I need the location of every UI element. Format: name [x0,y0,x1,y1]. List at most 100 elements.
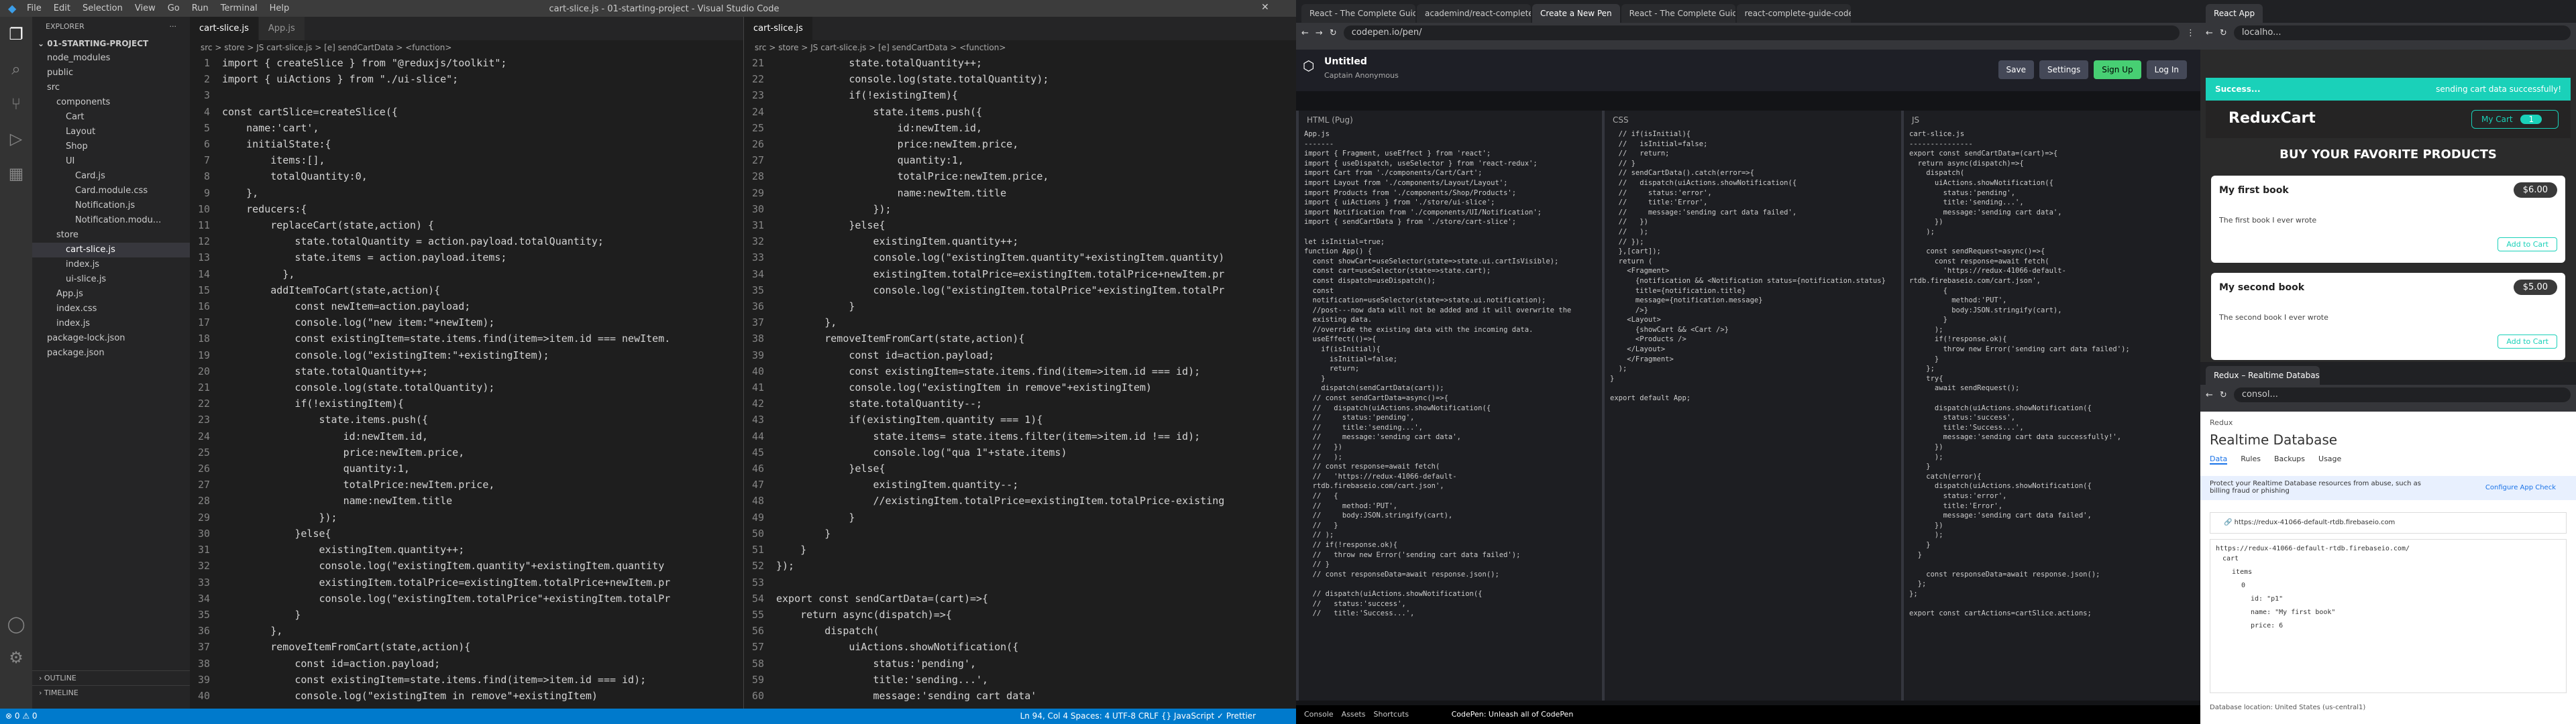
file-tree-item[interactable]: index.js [32,316,190,331]
browser-tab[interactable]: React App [2206,4,2263,23]
menu-item[interactable]: Selection [83,3,123,13]
file-tree-item[interactable]: package-lock.json [32,331,190,346]
tree-node[interactable]: items [2216,566,2561,579]
editor-tab[interactable]: App.js [258,17,305,40]
line-number: 10 [197,202,210,215]
editor-tab[interactable]: cart-slice.js [190,17,259,40]
browser-tab[interactable]: Create a New Pen [1532,4,1620,23]
db-url-bar[interactable]: 🔗 https://redux-41066-default-rtdb.fireb… [2210,512,2567,534]
codepen-logo-icon: ⬡ [1303,58,1315,74]
file-tree-item[interactable]: UI [32,154,190,169]
run-debug-icon[interactable]: ▷ [0,121,32,156]
db-tab[interactable]: Usage [2318,455,2341,465]
menu-item[interactable]: Help [270,3,290,13]
configure-app-check-link[interactable]: Configure App Check [2485,484,2556,491]
css-editor[interactable]: // if(isInitial){ // isInitial=false; //… [1605,129,1901,404]
add-to-cart-button[interactable]: Add to Cart [2498,335,2557,349]
editor-tab[interactable]: cart-slice.js [744,17,813,40]
menu-dots-icon[interactable]: ⋮ [2186,28,2195,38]
url-field[interactable]: codepen.io/pen/ [1343,25,2180,40]
file-tree-item[interactable]: Layout [32,125,190,139]
back-icon[interactable]: ← [2206,390,2213,400]
header-button[interactable]: Save [1998,60,2034,79]
bottom-tab[interactable]: Assets [1342,710,1366,719]
forward-icon[interactable]: → [1316,28,1323,38]
file-tree-item[interactable]: Card.js [32,169,190,184]
upgrade-notice[interactable]: CodePen: Unleash all of CodePen [1452,710,1574,719]
menu-item[interactable]: Go [168,3,180,13]
header-button[interactable]: Settings [2039,60,2089,79]
code-area[interactable]: 21 state.totalQuantity++; 22 console.log(… [744,55,1296,704]
search-icon[interactable]: ⌕ [0,52,32,86]
bottom-tab[interactable]: Console [1304,710,1334,719]
code-area[interactable]: 1 import { createSlice } from "@reduxjs/t… [190,55,743,704]
tree-node[interactable]: 0 [2216,579,2561,593]
more-icon[interactable]: ··· [170,22,177,31]
file-tree-item[interactable]: Notification.js [32,198,190,213]
menu-item[interactable]: Terminal [221,3,258,13]
file-tree-item[interactable]: Cart [32,110,190,125]
file-tree-item[interactable]: node_modules [32,51,190,66]
outline-section[interactable]: › OUTLINE [32,670,190,686]
db-tab[interactable]: Backups [2274,455,2305,465]
close-icon[interactable]: ✕ [1261,2,1269,13]
header-button[interactable]: Log In [2146,60,2187,79]
file-tree-item[interactable]: Card.module.css [32,184,190,198]
back-icon[interactable]: ← [1301,28,1309,38]
file-tree-item[interactable]: index.css [32,302,190,316]
tree-node[interactable]: price: 6 [2216,619,2561,633]
extensions-icon[interactable]: ▦ [0,156,32,191]
tree-node[interactable]: name: "My first book" [2216,606,2561,619]
db-tab[interactable]: Rules [2241,455,2261,465]
settings-gear-icon[interactable]: ⚙ [0,640,32,675]
browser-tab[interactable]: Redux – Realtime Database – F [2206,366,2320,385]
pen-title[interactable]: Untitled [1324,56,1367,67]
cart-button[interactable]: My Cart 1 [2471,110,2559,129]
url-field[interactable]: localho... [2233,25,2571,40]
code-text: state.totalQuantity--; [776,398,983,410]
menu-item[interactable]: Run [192,3,209,13]
menu-item[interactable]: File [27,3,42,13]
file-tree-item[interactable]: Notification.modu... [32,213,190,228]
reload-icon[interactable]: ↻ [2220,390,2227,400]
menu-item[interactable]: Edit [54,3,70,13]
project-folder[interactable]: ⌄ 01-STARTING-PROJECT [32,36,190,51]
header-button[interactable]: Sign Up [2094,60,2141,79]
tree-node[interactable]: id: "p1" [2216,593,2561,606]
file-tree-item[interactable]: cart-slice.js [32,243,190,257]
editor-status[interactable]: Ln 94, Col 4 Spaces: 4 UTF-8 CRLF {} Jav… [1020,709,1256,724]
problems-status[interactable]: ⊗ 0 ⚠ 0 [0,711,38,721]
account-icon[interactable]: ◯ [0,607,32,642]
file-tree-item[interactable]: App.js [32,287,190,302]
file-tree-item[interactable]: src [32,80,190,95]
reload-icon[interactable]: ↻ [1330,28,1337,38]
file-tree-item[interactable]: components [32,95,190,110]
html-editor[interactable]: App.js ------- import { Fragment, useEff… [1299,129,1602,619]
menu-item[interactable]: View [135,3,156,13]
bottom-tab[interactable]: Shortcuts [1373,710,1409,719]
file-tree-item[interactable]: store [32,228,190,243]
code-text: existingItem.quantity--; [776,479,1019,491]
file-tree-item[interactable]: package.json [32,346,190,361]
browser-tab[interactable]: React - The Complete Guide (i [1621,4,1735,23]
file-tree-item[interactable]: index.js [32,257,190,272]
browser-tab[interactable]: academind/react-complete-g [1417,4,1531,23]
db-tab[interactable]: Data [2210,455,2228,465]
browser-tab[interactable]: react-complete-guide-code/ [1736,4,1851,23]
timeline-section[interactable]: › TIMELINE [32,685,190,701]
js-editor[interactable]: cart-slice.js --------------- export con… [1904,129,2200,619]
code-text: }, [222,267,295,280]
add-to-cart-button[interactable]: Add to Cart [2498,237,2557,251]
tree-node[interactable]: cart [2216,552,2561,566]
file-tree-item[interactable]: public [32,66,190,80]
project-name[interactable]: Redux [2210,418,2233,427]
explorer-icon[interactable]: ❐ [0,17,32,52]
url-field[interactable]: consol... [2233,387,2571,402]
reload-icon[interactable]: ↻ [2220,28,2227,38]
file-tree-item[interactable]: ui-slice.js [32,272,190,287]
back-icon[interactable]: ← [2206,28,2213,38]
line-number: 28 [751,170,764,183]
file-tree-item[interactable]: Shop [32,139,190,154]
source-control-icon[interactable]: ⑂ [0,86,32,121]
browser-tab[interactable]: React - The Complete Guide (i [1301,4,1415,23]
